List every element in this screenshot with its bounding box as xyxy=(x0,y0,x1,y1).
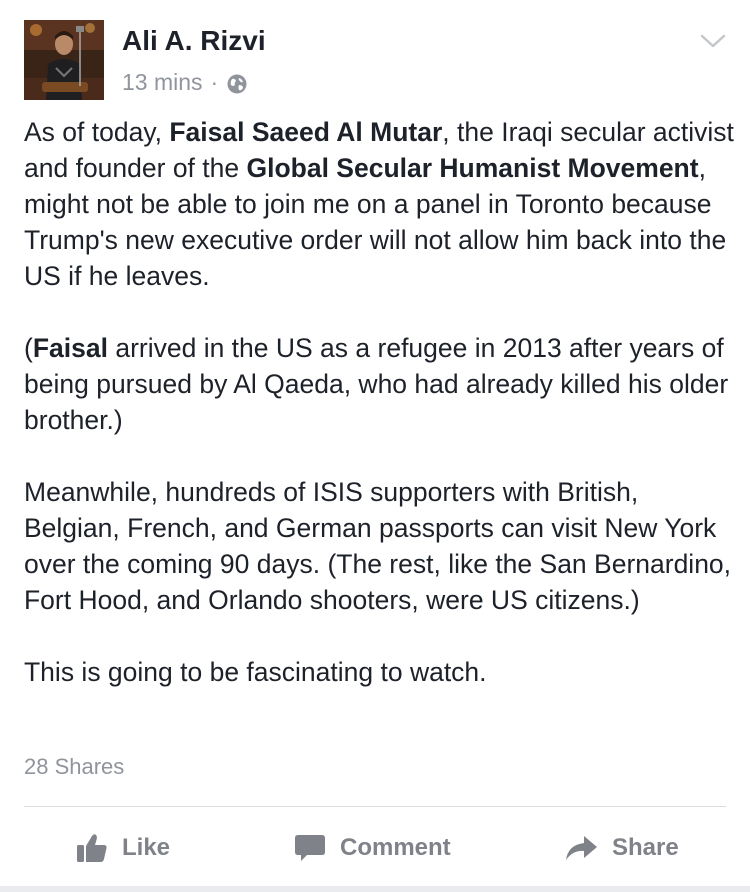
post-paragraph: (Faisal arrived in the US as a refugee i… xyxy=(24,330,734,438)
comment-button[interactable]: Comment xyxy=(294,828,451,868)
mention-text[interactable]: Faisal xyxy=(33,333,108,363)
comment-label: Comment xyxy=(340,834,451,861)
share-label: Share xyxy=(612,834,679,861)
post-author[interactable]: Ali A. Rizvi xyxy=(122,24,266,58)
post-paragraph: This is going to be fascinating to watch… xyxy=(24,654,734,690)
action-bar: Like Comment Share xyxy=(0,808,750,888)
mention-text[interactable]: Global Secular Humanist Movement xyxy=(246,153,698,183)
post-meta: 13 mins · xyxy=(122,66,248,98)
share-button[interactable]: Share xyxy=(564,828,679,868)
bottom-edge xyxy=(0,886,750,892)
mention-text[interactable]: Faisal Saeed Al Mutar xyxy=(169,117,442,147)
paragraph-text: arrived in the US as a refugee in 2013 a… xyxy=(24,333,729,435)
meta-separator: · xyxy=(210,69,219,95)
post-paragraph: As of today, Faisal Saeed Al Mutar, the … xyxy=(24,114,734,294)
paragraph-text: As of today, xyxy=(24,117,170,147)
paragraph-text: ( xyxy=(24,333,33,363)
share-arrow-icon xyxy=(564,834,598,862)
post-timestamp[interactable]: 13 mins xyxy=(122,66,203,98)
avatar[interactable] xyxy=(24,20,104,100)
avatar-photo xyxy=(24,20,104,100)
post-text: As of today, Faisal Saeed Al Mutar, the … xyxy=(24,114,734,690)
paragraph-text: This is going to be fascinating to watch… xyxy=(24,657,487,687)
post-paragraph: Meanwhile, hundreds of ISIS supporters w… xyxy=(24,474,734,618)
divider xyxy=(24,806,726,807)
thumbs-up-icon xyxy=(76,833,108,863)
globe-icon xyxy=(226,71,248,94)
like-button[interactable]: Like xyxy=(76,828,170,868)
chevron-down-icon[interactable] xyxy=(698,30,728,52)
paragraph-text: Meanwhile, hundreds of ISIS supporters w… xyxy=(24,477,732,615)
like-label: Like xyxy=(122,834,171,861)
shares-count[interactable]: 28 Shares xyxy=(24,752,124,782)
comment-icon xyxy=(294,833,326,863)
